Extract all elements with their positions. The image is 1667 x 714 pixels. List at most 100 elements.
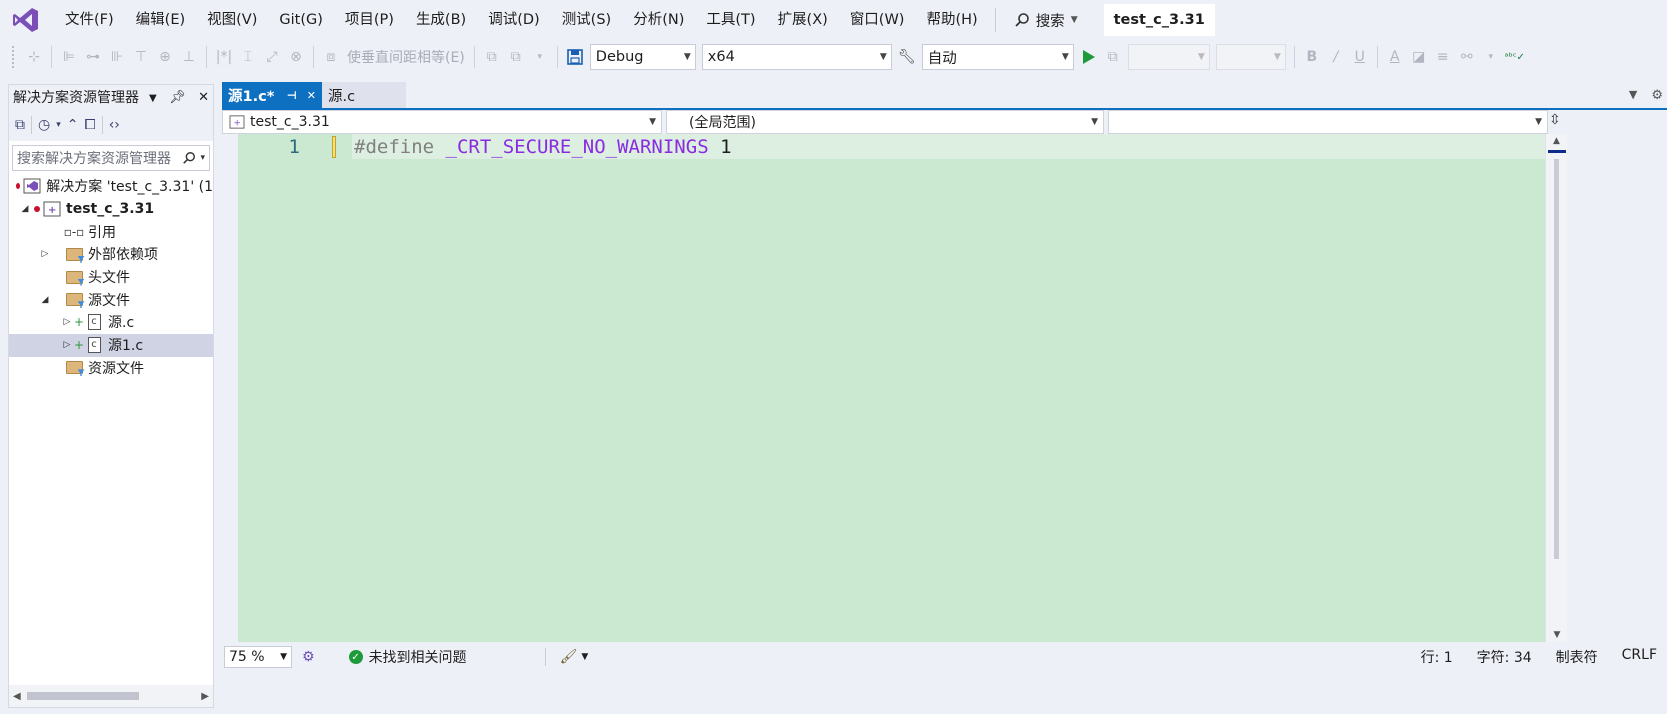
pending-changes-filter-icon[interactable]: ◷: [38, 117, 50, 133]
justify-icon[interactable]: ≡: [1433, 46, 1453, 68]
tree-item-external-dependencies[interactable]: ▷ 外部依赖项: [9, 243, 213, 266]
toolbar-overflow-icon[interactable]: ▾: [530, 46, 550, 68]
align-bottom-icon[interactable]: ⊥: [179, 46, 199, 68]
startup-item-select[interactable]: 自动 ▼: [921, 44, 1074, 70]
align-middle-icon[interactable]: ⊕: [155, 46, 175, 68]
tree-item-resource-files[interactable]: 资源文件: [9, 357, 213, 380]
code-line[interactable]: #define _CRT_SECURE_NO_WARNINGS 1: [354, 136, 732, 158]
scroll-thumb[interactable]: [26, 692, 139, 700]
scroll-down-icon[interactable]: ▼: [1546, 630, 1568, 640]
align-grid-icon[interactable]: ⊹: [24, 46, 44, 68]
char-indicator[interactable]: 字符: 34: [1477, 647, 1532, 667]
menu-test[interactable]: 测试(S): [551, 0, 623, 40]
solution-platform-select[interactable]: x64 ▼: [701, 44, 892, 70]
zoom-select[interactable]: 75 % ▼: [224, 646, 292, 668]
split-window-icon[interactable]: ⇳: [1549, 112, 1561, 128]
menu-tools[interactable]: 工具(T): [695, 0, 766, 40]
show-all-files-icon[interactable]: ⧠: [84, 117, 95, 133]
chevron-down-icon[interactable]: ▾: [56, 120, 61, 130]
wrench-icon[interactable]: 🔧︎: [897, 46, 917, 68]
close-icon[interactable]: ✕: [307, 89, 316, 102]
tab-source-c[interactable]: 源.c: [322, 82, 406, 108]
align-center-icon[interactable]: ⊶: [83, 46, 103, 68]
italic-icon[interactable]: /: [1326, 46, 1346, 68]
type-scope-select[interactable]: (全局范围) ▼: [666, 110, 1104, 134]
save-icon[interactable]: [566, 48, 584, 66]
expanded-arrow-icon[interactable]: ◢: [19, 204, 31, 214]
menu-edit[interactable]: 编辑(E): [125, 0, 196, 40]
scroll-right-icon[interactable]: ▶: [201, 691, 209, 702]
menu-extensions[interactable]: 扩展(X): [767, 0, 839, 40]
code-cleanup-icon[interactable]: 🖌︎: [560, 649, 578, 665]
spell-check-icon[interactable]: ᵃᵇᶜ✓: [1505, 46, 1525, 68]
switch-views-icon[interactable]: ⧉: [15, 117, 25, 133]
make-size-equal-icon[interactable]: ⤢: [262, 46, 282, 68]
bring-to-front-icon[interactable]: ⧉: [482, 46, 502, 68]
line-ending-indicator[interactable]: CRLF: [1622, 647, 1657, 667]
menu-file[interactable]: 文件(F): [54, 0, 125, 40]
tree-item-references[interactable]: ▫-▫ 引用: [9, 220, 213, 243]
align-top-icon[interactable]: ⊤: [131, 46, 151, 68]
solution-explorer-search-input[interactable]: 搜索解决方案资源管理器 ▾: [12, 145, 210, 171]
toolbar-overflow-icon[interactable]: ▾: [1481, 46, 1501, 68]
toolbar-grip[interactable]: [12, 46, 16, 68]
chevron-down-icon[interactable]: ▾: [200, 153, 205, 163]
close-icon[interactable]: ✕: [198, 90, 209, 105]
glyph-margin[interactable]: [222, 134, 238, 642]
scroll-left-icon[interactable]: ◀: [13, 691, 21, 702]
tree-item-project[interactable]: ◢ + test_c_3.31: [9, 198, 213, 221]
member-scope-select[interactable]: ▼: [1108, 110, 1548, 134]
intellicode-icon[interactable]: ⚙: [302, 649, 315, 665]
background-color-icon[interactable]: ◪: [1409, 46, 1429, 68]
pin-icon[interactable]: 📌︎: [169, 90, 186, 105]
size-to-grid-icon[interactable]: ⊗: [286, 46, 306, 68]
underline-icon[interactable]: U: [1350, 46, 1370, 68]
tree-item-header-files[interactable]: 头文件: [9, 266, 213, 289]
start-without-debugging-icon[interactable]: ⧉: [1103, 46, 1123, 68]
code-editor[interactable]: 1 #define _CRT_SECURE_NO_WARNINGS 1: [222, 134, 1545, 642]
menu-debug[interactable]: 调试(D): [477, 0, 550, 40]
menu-help[interactable]: 帮助(H): [915, 0, 988, 40]
send-to-back-icon[interactable]: ⧉: [506, 46, 526, 68]
tabs-indicator[interactable]: 制表符: [1556, 647, 1598, 667]
window-position-icon[interactable]: ▼: [149, 93, 157, 104]
font-color-icon[interactable]: A: [1385, 46, 1405, 68]
align-right-icon[interactable]: ⊪: [107, 46, 127, 68]
code-view-icon[interactable]: ‹›: [109, 117, 120, 133]
hyperlink-icon[interactable]: ⚯: [1457, 46, 1477, 68]
menu-git[interactable]: Git(G): [268, 0, 334, 40]
bold-icon[interactable]: B: [1302, 46, 1322, 68]
font-name-select[interactable]: ▼: [1127, 44, 1210, 70]
start-debugging-icon[interactable]: [1082, 50, 1095, 64]
tree-item-source-c[interactable]: ▷ + c 源.c: [9, 311, 213, 334]
collapse-all-icon[interactable]: ⌃: [67, 117, 79, 133]
scroll-thumb[interactable]: [1554, 159, 1559, 559]
make-width-equal-icon[interactable]: |*|: [214, 46, 234, 68]
vertical-scrollbar[interactable]: ▲ ▼: [1545, 134, 1567, 642]
collapsed-arrow-icon[interactable]: ▷: [61, 317, 73, 327]
scroll-up-icon[interactable]: ▲: [1546, 136, 1567, 146]
solution-configuration-select[interactable]: Debug ▼: [589, 44, 696, 70]
font-size-select[interactable]: ▼: [1215, 44, 1286, 70]
vertical-spacing-icon[interactable]: ⧈: [321, 46, 341, 68]
tab-source1-c[interactable]: 源1.c* ⊣ ✕: [222, 82, 322, 108]
chevron-down-icon[interactable]: ▼: [581, 652, 588, 662]
chevron-down-icon[interactable]: ▼: [1629, 88, 1637, 103]
line-indicator[interactable]: 行: 1: [1421, 647, 1453, 667]
horizontal-scrollbar[interactable]: ◀ ▶: [9, 685, 213, 707]
make-vertical-spacing-equal-button[interactable]: 使垂直间距相等(E): [347, 47, 465, 67]
visual-studio-logo-icon[interactable]: [12, 6, 40, 34]
make-height-equal-icon[interactable]: ⌶: [238, 46, 258, 68]
menu-build[interactable]: 生成(B): [405, 0, 477, 40]
tree-item-source-files[interactable]: ◢ 源文件: [9, 288, 213, 311]
collapsed-arrow-icon[interactable]: ▷: [61, 340, 73, 350]
tree-item-source1-c[interactable]: ▷ + c 源1.c: [9, 333, 213, 357]
gear-icon[interactable]: ⚙: [1651, 88, 1663, 103]
project-scope-select[interactable]: + test_c_3.31 ▼: [222, 110, 662, 134]
collapsed-arrow-icon[interactable]: ▷: [39, 249, 51, 259]
expanded-arrow-icon[interactable]: ◢: [39, 295, 51, 305]
pin-tab-icon[interactable]: ⊣: [287, 89, 297, 102]
menu-project[interactable]: 项目(P): [334, 0, 405, 40]
menu-window[interactable]: 窗口(W): [839, 0, 916, 40]
menu-analyze[interactable]: 分析(N): [622, 0, 695, 40]
